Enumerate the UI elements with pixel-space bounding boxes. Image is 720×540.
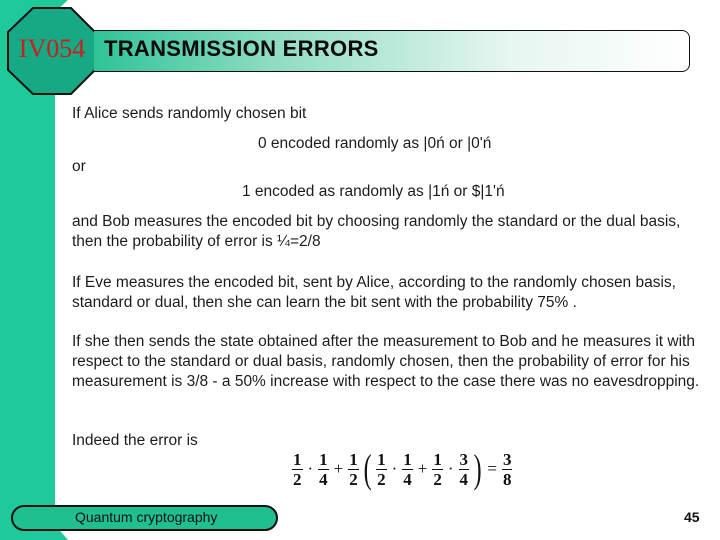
right-paren: ) — [473, 446, 482, 491]
denominator: 2 — [293, 469, 302, 489]
dot-operator: · — [307, 459, 314, 478]
fraction: 14 — [318, 450, 329, 489]
denominator: 2 — [433, 469, 442, 489]
denominator: 2 — [377, 469, 386, 489]
paragraph-indeed: Indeed the error is — [72, 432, 198, 449]
dot-operator: · — [391, 459, 398, 478]
fraction: 38 — [501, 449, 513, 489]
error-formula: 12 · 14 + 12 ( 12 · 14 + 12 · 34 ) = 38 — [290, 447, 514, 491]
numerator: 3 — [501, 449, 513, 470]
plus-operator: + — [417, 459, 428, 478]
fraction: 34 — [458, 449, 470, 489]
fraction: 12 — [292, 450, 303, 489]
left-paren: ( — [363, 446, 372, 491]
fraction: 14 — [402, 450, 413, 489]
paragraph-resend: If she then sends the state obtained aft… — [72, 333, 700, 390]
page-number: 45 — [684, 509, 700, 525]
equals-operator: = — [487, 459, 497, 478]
paragraph-bob: and Bob measures the encoded bit by choo… — [72, 213, 681, 250]
dot-operator: · — [447, 459, 454, 478]
numerator: 1 — [292, 449, 303, 470]
numerator: 1 — [318, 449, 329, 470]
numerator: 1 — [402, 449, 413, 470]
denominator: 8 — [502, 469, 512, 489]
slide-title: TRANSMISSION ERRORS — [104, 36, 379, 61]
fraction: 12 — [432, 450, 443, 489]
denominator: 4 — [403, 469, 412, 489]
fraction: 12 — [376, 450, 387, 489]
numerator: 1 — [348, 449, 359, 470]
numerator: 1 — [376, 449, 387, 470]
encoding-zero: 0 encoded randomly as |0ń or |0'ń — [258, 135, 492, 152]
denominator: 4 — [319, 469, 328, 489]
plus-operator: + — [333, 459, 344, 478]
numerator: 3 — [458, 449, 470, 470]
course-code: IV054 — [18, 34, 86, 63]
denominator: 2 — [349, 469, 358, 489]
paragraph-eve: If Eve measures the encoded bit, sent by… — [72, 274, 676, 311]
or-text: or — [72, 158, 86, 175]
numerator: 1 — [432, 449, 443, 470]
paragraph-intro: If Alice sends randomly chosen bit — [72, 105, 307, 122]
fraction: 12 — [348, 450, 359, 489]
denominator: 4 — [459, 469, 469, 489]
encoding-one: 1 encoded as randomly as |1ń or $|1'ń — [242, 183, 505, 200]
footer-label: Quantum cryptography — [75, 509, 218, 525]
